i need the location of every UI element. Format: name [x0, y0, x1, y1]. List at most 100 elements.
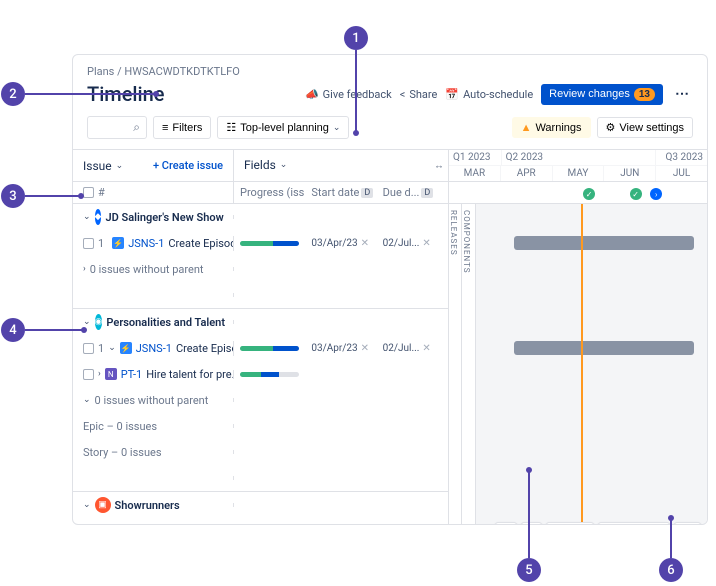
callout-6: 6 — [659, 558, 683, 582]
clear-icon[interactable]: ✕ — [422, 238, 430, 249]
breadcrumb-root[interactable]: Plans — [87, 65, 114, 78]
give-feedback-button[interactable]: 📣 Give feedback — [305, 88, 392, 101]
columns-header: Issue ⌄ + Create issue Fields ⌄ ↔ Q1 202… — [73, 149, 707, 182]
share-button[interactable]: < Share — [400, 88, 438, 101]
fields-column-label[interactable]: Fields — [244, 158, 276, 172]
group-header-row[interactable]: ⌄ ◆ JD Salinger's New Show — [73, 204, 707, 230]
chevron-down-icon[interactable]: ⌄ — [83, 500, 91, 510]
hash-label: # — [98, 186, 105, 199]
epic-icon: ⚡ — [112, 237, 124, 249]
issue-column-label[interactable]: Issue — [83, 159, 112, 173]
review-count-badge: 13 — [634, 88, 655, 101]
view-settings-button[interactable]: ⚙ View settings — [597, 117, 693, 138]
timeline-bar[interactable] — [514, 524, 695, 525]
zoom-dropdown[interactable]: Quarters ⌄ — [598, 522, 670, 525]
callout-4: 4 — [1, 318, 25, 342]
progress-bar — [240, 372, 299, 377]
timeline-header: Q1 2023 Q2 2023 Q3 2023 MAR APR MAY JUN … — [448, 150, 707, 181]
issue-summary: Create Episode One — [168, 237, 233, 250]
status-dot-green[interactable]: ✓ — [583, 188, 595, 200]
group-title: Personalities and Talent — [106, 316, 225, 329]
warnings-button[interactable]: ▲ Warnings — [512, 117, 591, 138]
issue-key[interactable]: JSNS-1 — [128, 525, 164, 526]
start-date[interactable]: 03/Apr/23 — [311, 238, 357, 249]
more-menu-button[interactable]: ⋯ — [671, 84, 693, 104]
project-avatar: ▣ — [95, 497, 111, 513]
epic-icon: ⚡ — [120, 342, 132, 354]
filter-icon: ≡ — [162, 122, 168, 134]
breadcrumb-item[interactable]: HWSACWDTKDTKTLFO — [124, 65, 239, 78]
filters-button[interactable]: ≡ Filters — [153, 116, 211, 139]
status-dot-blue[interactable]: › — [650, 188, 662, 200]
progress-header[interactable]: Progress (issue ... — [234, 186, 305, 199]
group-header-row[interactable]: ⌄ ▣ Showrunners — [73, 492, 707, 518]
issue-row[interactable]: › N PT-1 Hire talent for pre... — [73, 361, 707, 387]
create-issue-button[interactable]: + Create issue — [153, 159, 223, 172]
no-parent-row[interactable]: ⌄0 issues without parent — [73, 387, 707, 413]
month-label: JUL — [655, 166, 707, 181]
next-button[interactable]: › — [521, 522, 543, 525]
clear-icon[interactable]: ✕ — [422, 343, 430, 354]
group-title: Showrunners — [115, 499, 180, 512]
chevron-right-icon[interactable]: › — [98, 369, 101, 379]
status-dot-green[interactable]: ✓ — [630, 188, 642, 200]
issue-key[interactable]: JSNS-1 — [136, 342, 172, 355]
issue-summary: Create Episode One — [176, 342, 233, 355]
plan-body: RELEASES COMPONENTS ⌄ ◆ JD Salinger's Ne… — [73, 204, 707, 525]
today-marker — [581, 204, 583, 525]
select-all-checkbox[interactable] — [83, 187, 94, 198]
issue-row[interactable]: 1 ⚡ JSNS-1 Create Episode One 03/Apr/23✕… — [73, 230, 707, 256]
calendar-icon: 📅 — [445, 88, 459, 101]
due-date-header[interactable]: Due d...D — [377, 186, 448, 199]
field-subheader: # Progress (issue ... Start dateD Due d.… — [73, 182, 707, 204]
group-header-row[interactable]: ⌄ ◉ Personalities and Talent — [73, 309, 707, 335]
clear-icon[interactable]: ✕ — [361, 343, 369, 354]
group-title: JD Salinger's New Show — [105, 211, 223, 224]
chevron-down-icon: ⌄ — [116, 161, 124, 171]
due-date[interactable]: 02/Jul... — [383, 238, 420, 249]
chevron-down-icon[interactable]: ⌄ — [83, 317, 91, 327]
row-checkbox[interactable] — [83, 343, 94, 354]
search-icon: ⌕ — [133, 120, 140, 135]
auto-schedule-button[interactable]: 📅 Auto-schedule — [445, 88, 533, 101]
planning-dropdown[interactable]: ☷ Top-level planning ⌄ — [217, 116, 349, 139]
quarter-label: Q2 2023 — [501, 150, 656, 165]
due-date[interactable]: 02/Jul... — [383, 343, 420, 354]
issue-summary: Create Episode One — [168, 525, 233, 526]
issue-summary: Hire talent for pre... — [146, 368, 233, 381]
category-row: Story – 0 issues — [73, 439, 707, 465]
row-checkbox[interactable] — [83, 238, 94, 249]
no-parent-row[interactable]: ›0 issues without parent — [73, 256, 707, 282]
issue-key[interactable]: JSNS-1 — [128, 237, 164, 250]
share-icon: < — [400, 88, 406, 101]
plus-icon: + — [153, 159, 162, 172]
releases-lane: RELEASES — [448, 204, 462, 525]
header-actions: 📣 Give feedback < Share 📅 Auto-schedule … — [305, 84, 693, 105]
chevron-right-icon[interactable]: › — [83, 264, 86, 274]
timeline-bar[interactable] — [514, 236, 695, 250]
timeline-bar[interactable] — [514, 341, 695, 355]
category-row: Epic – 0 issues — [73, 413, 707, 439]
start-date[interactable]: 03/Apr/23 — [311, 343, 357, 354]
chevron-down-icon[interactable]: ⌄ — [83, 212, 91, 222]
warning-icon: ▲ — [521, 122, 532, 134]
today-button[interactable]: Today — [546, 522, 593, 525]
chevron-down-icon[interactable]: ⌄ — [83, 395, 91, 405]
month-label: MAY — [552, 166, 604, 181]
story-icon: N — [105, 368, 117, 380]
row-checkbox[interactable] — [83, 369, 94, 380]
month-label: APR — [500, 166, 552, 181]
search-input[interactable]: ⌕ — [87, 116, 147, 139]
hierarchy-icon: ☷ — [226, 121, 236, 134]
issue-row[interactable]: 1 ⌄ ⚡ JSNS-1 Create Episode One 03/Apr/2… — [73, 335, 707, 361]
review-changes-button[interactable]: Review changes 13 — [541, 84, 663, 105]
clear-icon[interactable]: ✕ — [361, 238, 369, 249]
fullscreen-button[interactable]: ⤢ — [674, 522, 701, 525]
app-frame: Plans / HWSACWDTKDTKTLFO Timeline 📣 Give… — [72, 54, 708, 525]
prev-button[interactable]: ‹ — [495, 522, 517, 525]
chevron-down-icon[interactable]: ⌄ — [108, 343, 116, 353]
callout-5: 5 — [517, 558, 541, 582]
start-date-header[interactable]: Start dateD — [305, 186, 376, 199]
resize-handle[interactable]: ↔ — [434, 160, 444, 171]
issue-key[interactable]: PT-1 — [121, 368, 142, 381]
